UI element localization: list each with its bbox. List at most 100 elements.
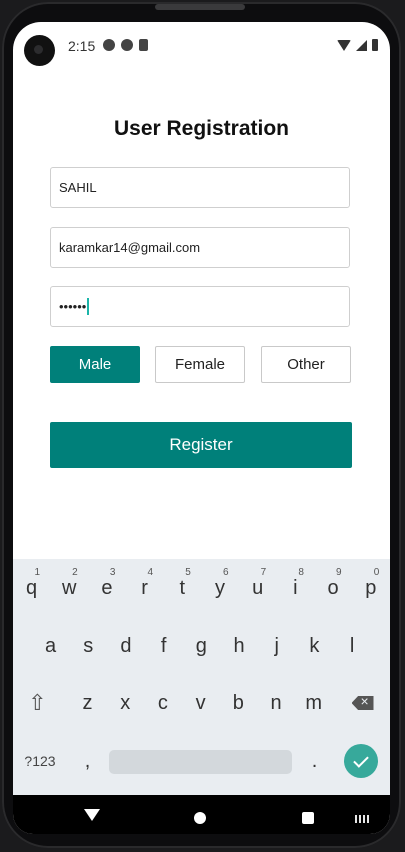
key-f[interactable]: f — [145, 623, 182, 669]
key-g[interactable]: g — [183, 623, 220, 669]
backspace-icon — [351, 696, 374, 710]
gender-female-button[interactable]: Female — [155, 346, 245, 383]
key-label: y — [215, 576, 225, 599]
key-h[interactable]: h — [221, 623, 258, 669]
key-hint: 5 — [185, 567, 191, 578]
register-button[interactable]: Register — [50, 422, 352, 468]
gender-selector: Male Female Other — [50, 346, 352, 383]
keyboard-row-2: a s dfgh j k l — [13, 623, 390, 669]
soft-keyboard: q1w2e3r4t5y6u7i8o9p0 asdfghjkl ⇧ zxcvbnm… — [13, 559, 390, 795]
key-hint: 3 — [109, 567, 116, 578]
shift-key[interactable]: ⇧ — [19, 680, 56, 726]
shift-icon: ⇧ — [28, 690, 47, 715]
key-l[interactable]: l — [334, 623, 371, 669]
key-m[interactable]: m — [295, 680, 332, 726]
key-e[interactable]: e3 — [88, 565, 125, 611]
key-label: q — [25, 576, 38, 599]
key-b[interactable]: b — [220, 680, 257, 726]
period-key[interactable]: . — [296, 738, 333, 784]
keyboard-row-4: ?123 , . — [13, 738, 390, 784]
notification-icons — [103, 39, 148, 51]
key-x[interactable]: x — [107, 680, 144, 726]
key-hint: 7 — [260, 567, 267, 578]
key-label: j — [274, 634, 279, 657]
password-field-value: •••••• — [59, 299, 87, 314]
space-key[interactable] — [109, 750, 292, 774]
key-c[interactable]: c — [144, 680, 181, 726]
keyboard-switch-icon[interactable] — [355, 815, 371, 823]
name-field[interactable]: SAHIL — [50, 167, 350, 208]
key-j[interactable]: j — [258, 623, 295, 669]
key-v[interactable]: v — [182, 680, 219, 726]
key-label: z — [82, 691, 93, 714]
comma-key[interactable]: , — [69, 738, 106, 784]
page-title: User Registration — [113, 117, 290, 140]
status-bar: 2:15 — [13, 22, 390, 68]
app-notification-icon — [103, 39, 115, 51]
key-label: k — [309, 634, 320, 657]
key-hint: 8 — [298, 567, 304, 578]
nav-back-icon[interactable] — [84, 809, 100, 821]
front-camera — [24, 35, 55, 66]
symbols-key[interactable]: ?123 — [19, 738, 61, 784]
key-u[interactable]: u7 — [239, 565, 276, 611]
key-y[interactable]: y6 — [202, 565, 239, 611]
key-label: e — [101, 576, 113, 599]
key-label: t — [179, 576, 186, 599]
key-label: a — [44, 634, 57, 657]
key-label: m — [305, 691, 323, 714]
key-label: v — [195, 691, 206, 714]
email-field-value: karamkar14@gmail.com — [59, 240, 201, 255]
device: 2:15 User Registration SAHIL karamkar14@… — [0, 0, 405, 852]
nav-home-icon[interactable] — [194, 812, 206, 824]
key-label: u — [252, 576, 264, 599]
key-label: p — [365, 576, 377, 599]
signal-icon — [356, 39, 367, 51]
key-label: n — [270, 691, 282, 714]
nav-recents-icon[interactable] — [302, 812, 314, 824]
key-z[interactable]: z — [69, 680, 106, 726]
key-label: s — [83, 634, 94, 657]
key-o[interactable]: o9 — [315, 565, 352, 611]
key-label: l — [349, 634, 355, 657]
gender-male-button[interactable]: Male — [50, 346, 140, 383]
keyboard-row-3: ⇧ z x c v b nm — [13, 680, 390, 726]
key-hint: 2 — [72, 567, 78, 578]
text-cursor — [87, 298, 90, 315]
keyboard-row-1: q1w2e3r4t5y6u7i8o9p0 — [13, 565, 390, 611]
sd-card-icon — [139, 39, 148, 51]
key-k[interactable]: k — [296, 623, 333, 669]
email-field[interactable]: karamkar14@gmail.com — [50, 227, 350, 268]
key-d[interactable]: d — [107, 623, 144, 669]
key-label: o — [327, 576, 339, 599]
screen: 2:15 User Registration SAHIL karamkar14@… — [13, 22, 390, 834]
password-field[interactable]: •••••• — [50, 286, 350, 327]
key-label: c — [157, 691, 168, 714]
system-icons — [337, 39, 378, 51]
key-hint: 9 — [336, 567, 342, 578]
app-notification-icon — [121, 39, 133, 51]
gender-other-button[interactable]: Other — [261, 346, 351, 383]
key-label: i — [293, 576, 298, 599]
key-q[interactable]: q1 — [13, 565, 50, 611]
key-p[interactable]: p0 — [352, 565, 389, 611]
key-a[interactable]: a — [32, 623, 69, 669]
backspace-key[interactable] — [344, 680, 381, 726]
key-hint: 6 — [222, 567, 229, 578]
key-label: r — [141, 576, 148, 599]
done-key[interactable] — [344, 744, 378, 778]
status-time: 2:15 — [68, 38, 96, 54]
key-label: d — [120, 634, 132, 657]
key-label: w — [61, 576, 77, 599]
key-s[interactable]: s — [70, 623, 107, 669]
key-w[interactable]: w2 — [51, 565, 88, 611]
key-label: h — [233, 634, 245, 657]
key-label: x — [120, 691, 131, 714]
battery-icon — [372, 39, 378, 51]
key-t[interactable]: t5 — [164, 565, 201, 611]
wifi-icon — [337, 39, 351, 51]
key-n[interactable]: n — [258, 680, 295, 726]
key-i[interactable]: i8 — [277, 565, 314, 611]
key-r[interactable]: r4 — [126, 565, 163, 611]
speaker-grille — [155, 4, 245, 10]
